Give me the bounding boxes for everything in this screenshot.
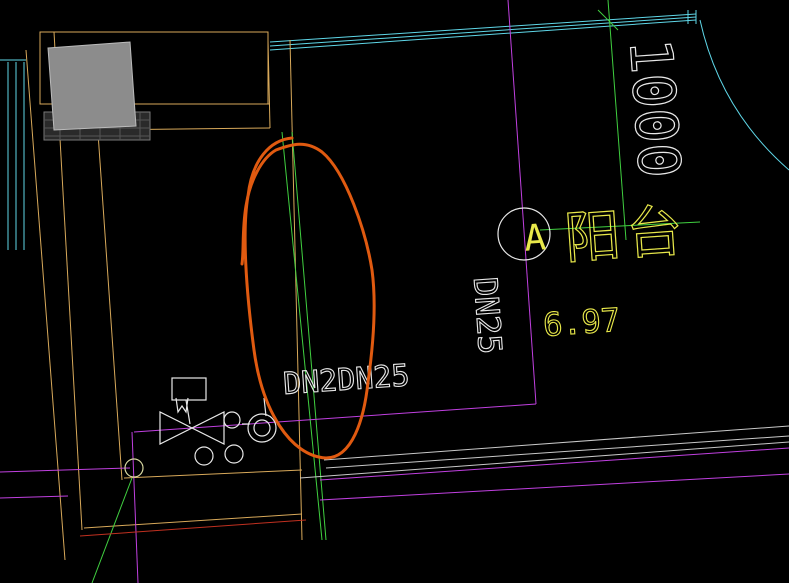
elevation-label: 6.97: [542, 301, 622, 344]
dimension-label: 1000: [616, 36, 694, 180]
room-label: 阳台: [562, 198, 690, 271]
pipe-label-vertical: DN25: [466, 276, 509, 356]
cad-drawing-canvas[interactable]: A 1000 阳台 6.97 DN25 DN2DN25: [0, 0, 789, 583]
grid-marker-label: A: [523, 217, 548, 259]
pipe-label-horizontal: DN2DN25: [282, 358, 411, 402]
markup-ellipse: [240, 136, 376, 460]
cad-drawing[interactable]: A 1000 阳台 6.97 DN25 DN2DN25: [0, 0, 789, 583]
floor-lines: [299, 425, 789, 479]
grid-marker: A: [497, 207, 551, 261]
red-pipe-line: [79, 519, 307, 537]
column-block: [43, 41, 151, 141]
